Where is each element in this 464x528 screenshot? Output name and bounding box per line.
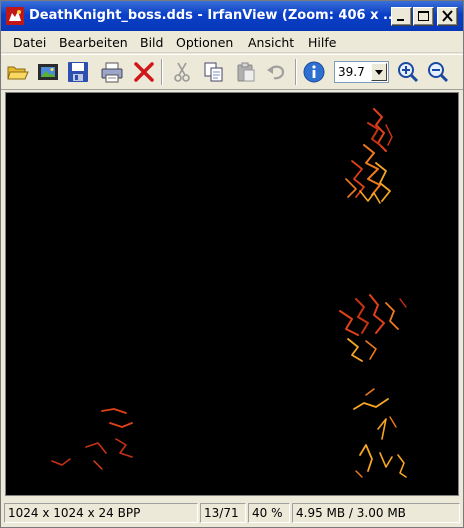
- menu-hilfe[interactable]: Hilfe: [308, 34, 336, 51]
- close-button[interactable]: [437, 7, 458, 26]
- info-icon: [303, 61, 325, 83]
- image-viewport[interactable]: [5, 92, 459, 496]
- menu-ansicht[interactable]: Ansicht: [248, 34, 294, 51]
- copy-button[interactable]: [201, 59, 227, 85]
- zoom-combobox[interactable]: 39.7: [334, 61, 389, 83]
- toolbar-separator: [161, 59, 163, 85]
- open-folder-icon: [7, 66, 29, 80]
- toolbar-separator: [295, 59, 297, 85]
- chevron-down-icon: [375, 70, 383, 75]
- zoom-value[interactable]: 39.7: [338, 64, 365, 80]
- zoom-in-icon: [398, 62, 419, 83]
- print-icon: [101, 62, 123, 83]
- menu-bar: Datei Bearbeiten Bild Optionen Ansicht H…: [1, 31, 463, 53]
- zoom-out-icon: [428, 62, 449, 83]
- slideshow-icon: [38, 64, 58, 80]
- status-bar: 1024 x 1024 x 24 BPP 13/71 40 % 4.95 MB …: [1, 499, 463, 527]
- status-memory: 4.95 MB / 3.00 MB: [292, 503, 460, 523]
- texture-image: [51, 108, 407, 478]
- paste-icon: [237, 62, 255, 82]
- zoom-out-button[interactable]: [425, 59, 451, 85]
- window-title: DeathKnight_boss.dds - IrfanView (Zoom: …: [29, 8, 391, 23]
- menu-bild[interactable]: Bild: [140, 34, 163, 51]
- delete-icon: [134, 62, 154, 82]
- copy-icon: [204, 62, 223, 82]
- status-zoom: 40 %: [248, 503, 290, 523]
- minimize-button[interactable]: [391, 7, 412, 26]
- save-button[interactable]: [65, 59, 91, 85]
- cut-button[interactable]: [169, 59, 195, 85]
- undo-icon: [267, 65, 285, 80]
- status-dimensions: 1024 x 1024 x 24 BPP: [4, 503, 198, 523]
- open-button[interactable]: [5, 59, 31, 85]
- undo-button[interactable]: [263, 59, 289, 85]
- menu-optionen[interactable]: Optionen: [176, 34, 233, 51]
- paste-button[interactable]: [233, 59, 259, 85]
- minimize-icon: [397, 19, 404, 21]
- toolbar: 39.7: [1, 54, 463, 90]
- maximize-icon: [418, 11, 429, 21]
- close-icon: [442, 10, 453, 22]
- irfanview-window: DeathKnight_boss.dds - IrfanView (Zoom: …: [0, 0, 464, 528]
- cut-icon: [174, 62, 190, 82]
- menu-datei[interactable]: Datei: [13, 34, 46, 51]
- combo-dropdown-button[interactable]: [371, 63, 387, 81]
- slideshow-button[interactable]: [35, 59, 61, 85]
- irfanview-app-icon[interactable]: [6, 7, 24, 25]
- status-file-index: 13/71: [200, 503, 246, 523]
- delete-button[interactable]: [131, 59, 157, 85]
- maximize-button[interactable]: [413, 7, 434, 26]
- info-button[interactable]: [301, 59, 327, 85]
- menu-bearbeiten[interactable]: Bearbeiten: [59, 34, 128, 51]
- print-button[interactable]: [99, 59, 125, 85]
- title-bar[interactable]: DeathKnight_boss.dds - IrfanView (Zoom: …: [1, 1, 463, 31]
- zoom-in-button[interactable]: [395, 59, 421, 85]
- save-icon: [68, 62, 88, 82]
